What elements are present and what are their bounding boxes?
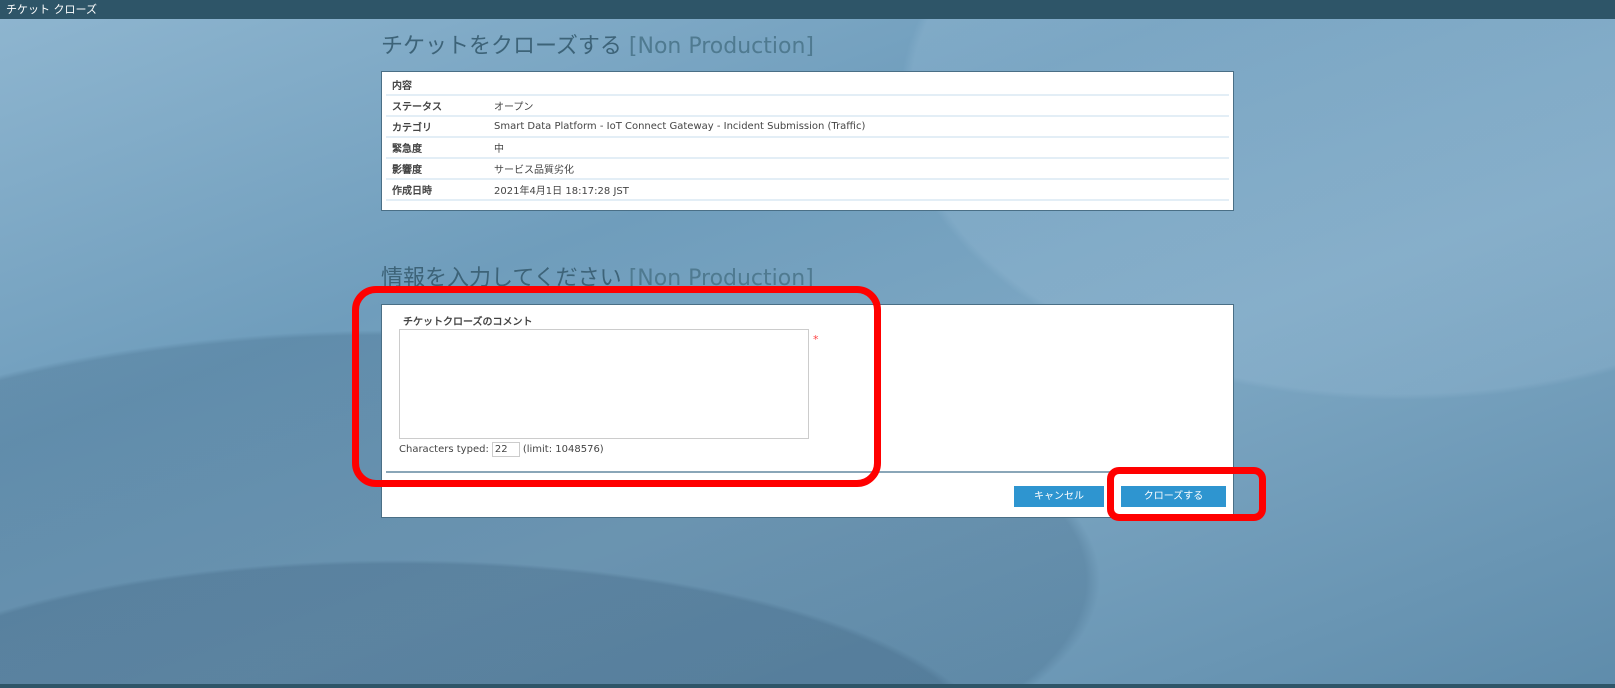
title-text: チケットをクローズする: [381, 34, 622, 59]
row-value: 2021年4月1日 18:17:28 JST: [494, 186, 629, 197]
required-asterisk: *: [813, 333, 819, 346]
row-label: 緊急度: [392, 144, 422, 155]
row-value: オープン: [494, 102, 534, 113]
chars-limit: (limit: 1048576): [522, 444, 604, 455]
table-row: ステータス オープン: [386, 96, 1229, 117]
char-counter: Characters typed: 22 (limit: 1048576): [399, 442, 604, 457]
table-row: カテゴリ Smart Data Platform - IoT Connect Ga…: [386, 117, 1229, 138]
row-label: ステータス: [392, 102, 442, 113]
comment-label: チケットクローズのコメント: [403, 317, 533, 328]
row-label: 作成日時: [392, 186, 432, 197]
chars-label: Characters typed:: [399, 444, 489, 455]
table-row: 作成日時 2021年4月1日 18:17:28 JST: [386, 180, 1229, 201]
row-value: 中: [494, 144, 504, 155]
window-title: チケット クローズ: [6, 3, 97, 16]
details-header: 内容: [386, 75, 1229, 96]
row-label: 影響度: [392, 165, 422, 176]
env-label: [Non Production]: [628, 34, 814, 59]
close-form: チケットクローズのコメント * Characters typed: 22 (li…: [381, 304, 1234, 518]
divider: [386, 471, 1231, 473]
close-ticket-button[interactable]: クローズする: [1121, 486, 1226, 507]
chars-count-field: 22: [491, 442, 520, 457]
table-row: 緊急度 中: [386, 138, 1229, 159]
window-title-bar: チケット クローズ: [0, 0, 1615, 19]
table-row: 影響度 サービス品質劣化: [386, 159, 1229, 180]
row-value: Smart Data Platform - IoT Connect Gatewa…: [494, 121, 866, 132]
details-header-label: 内容: [392, 81, 412, 92]
bottom-bar: [0, 684, 1615, 688]
title-text: 情報を入力してください: [381, 266, 622, 291]
form-title: 情報を入力してください [Non Production]: [381, 260, 814, 292]
row-label: カテゴリ: [392, 123, 432, 134]
cancel-button[interactable]: キャンセル: [1014, 486, 1104, 507]
page-title: チケットをクローズする [Non Production]: [381, 28, 814, 60]
ticket-details-table: 内容 ステータス オープン カテゴリ Smart Data Platform - I…: [381, 71, 1234, 211]
row-value: サービス品質劣化: [494, 165, 574, 176]
comment-textarea[interactable]: [399, 329, 809, 439]
env-label: [Non Production]: [628, 266, 814, 291]
